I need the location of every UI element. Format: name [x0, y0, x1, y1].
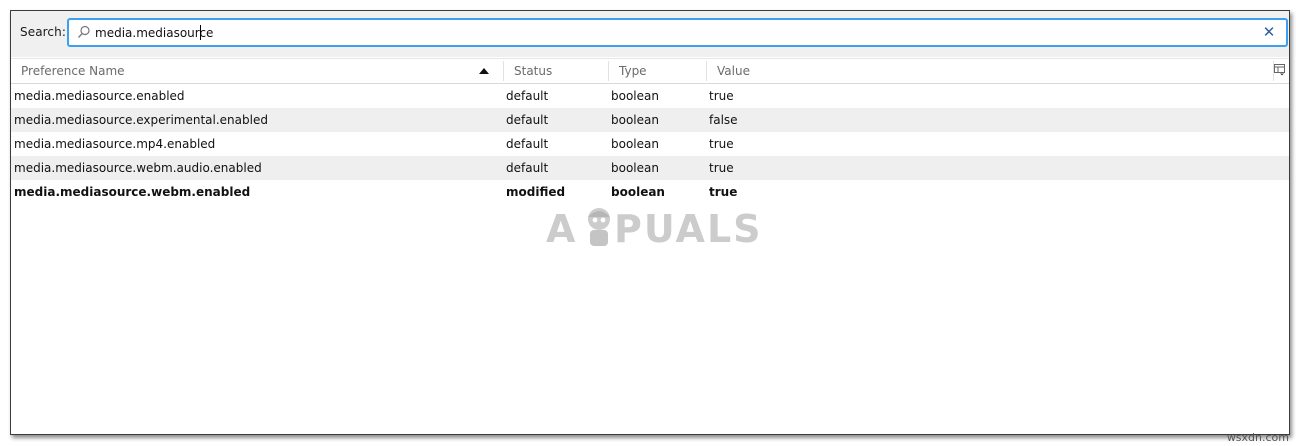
column-header-preference-name[interactable]: Preference Name: [21, 59, 125, 83]
appuals-watermark: A PUALS: [546, 201, 766, 261]
site-tag: wsxdn.com: [1226, 431, 1289, 444]
preference-type: boolean: [611, 137, 659, 151]
column-divider[interactable]: [608, 61, 609, 81]
preferences-list: media.mediasource.enabled default boolea…: [11, 84, 1289, 204]
search-input[interactable]: [95, 22, 1235, 43]
table-header: Preference Name Status Type Value: [11, 58, 1289, 84]
search-bar: Search: ✕: [11, 11, 1289, 57]
column-picker-icon[interactable]: [1274, 64, 1285, 76]
column-divider[interactable]: [503, 61, 504, 81]
search-box[interactable]: ✕: [67, 18, 1288, 47]
preference-type: boolean: [611, 113, 659, 127]
preference-name: media.mediasource.experimental.enabled: [14, 113, 268, 127]
column-header-value[interactable]: Value: [717, 59, 750, 83]
watermark-text: PUALS: [614, 207, 763, 251]
preference-value: false: [709, 113, 738, 127]
column-divider[interactable]: [706, 61, 707, 81]
preference-value: true: [709, 137, 734, 151]
preference-name: media.mediasource.webm.audio.enabled: [14, 161, 262, 175]
preference-status: default: [506, 161, 549, 175]
table-row[interactable]: media.mediasource.enabled default boolea…: [11, 84, 1289, 108]
table-row[interactable]: media.mediasource.experimental.enabled d…: [11, 108, 1289, 132]
mascot-icon: [588, 208, 610, 246]
about-config-window: Search: ✕ Preference Name Status Type Va…: [10, 10, 1290, 435]
preference-name: media.mediasource.enabled: [14, 89, 185, 103]
preference-value: true: [709, 161, 734, 175]
preference-name: media.mediasource.webm.enabled: [14, 185, 251, 199]
preference-name: media.mediasource.mp4.enabled: [14, 137, 216, 151]
preference-status: default: [506, 137, 549, 151]
close-icon[interactable]: ✕: [1260, 23, 1278, 41]
preference-status: default: [506, 113, 549, 127]
preference-value: true: [709, 89, 734, 103]
search-label: Search:: [20, 25, 66, 39]
preference-type: boolean: [611, 89, 659, 103]
watermark-letter: A: [546, 207, 578, 251]
table-row[interactable]: media.mediasource.webm.audio.enabled def…: [11, 156, 1289, 180]
preference-type: boolean: [611, 161, 659, 175]
table-row[interactable]: media.mediasource.mp4.enabled default bo…: [11, 132, 1289, 156]
search-icon: [78, 25, 90, 38]
column-header-type[interactable]: Type: [619, 59, 647, 83]
preference-status: default: [506, 89, 549, 103]
column-header-status[interactable]: Status: [514, 59, 552, 83]
sort-ascending-icon[interactable]: [479, 68, 489, 74]
text-caret: [200, 25, 201, 40]
